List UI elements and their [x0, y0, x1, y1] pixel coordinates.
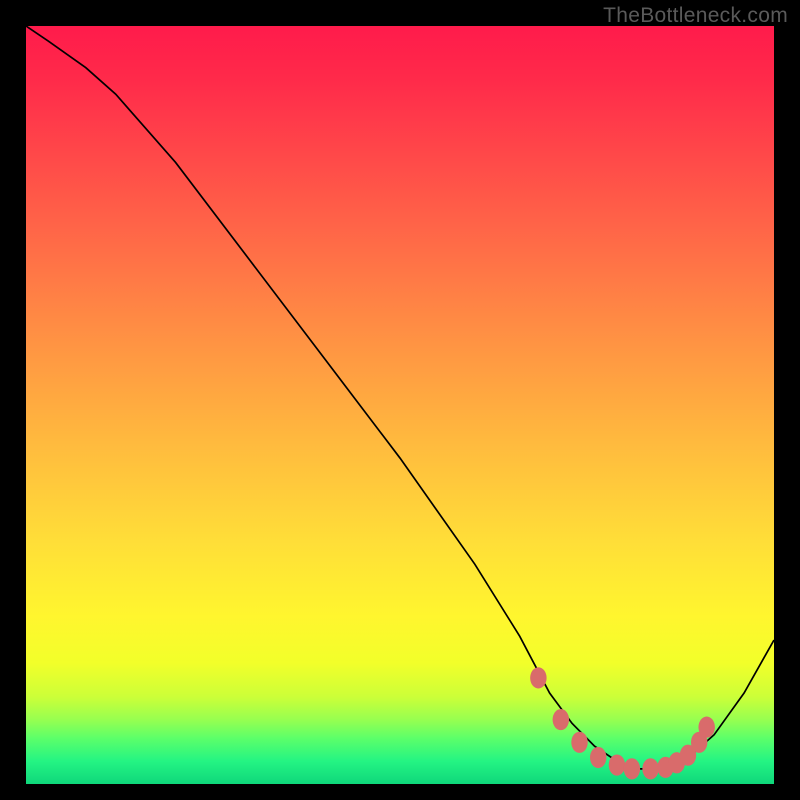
- curve-marker: [590, 747, 606, 768]
- watermark-text: TheBottleneck.com: [603, 4, 788, 28]
- curve-marker: [530, 667, 546, 688]
- curve-marker: [642, 758, 658, 779]
- curve-marker: [624, 758, 640, 779]
- curve-marker: [609, 754, 625, 775]
- chart-container: TheBottleneck.com: [0, 0, 800, 800]
- chart-svg: [26, 26, 774, 784]
- curve-marker: [553, 709, 569, 730]
- curve-marker: [698, 717, 714, 738]
- gradient-background: [26, 26, 774, 784]
- curve-marker: [571, 732, 587, 753]
